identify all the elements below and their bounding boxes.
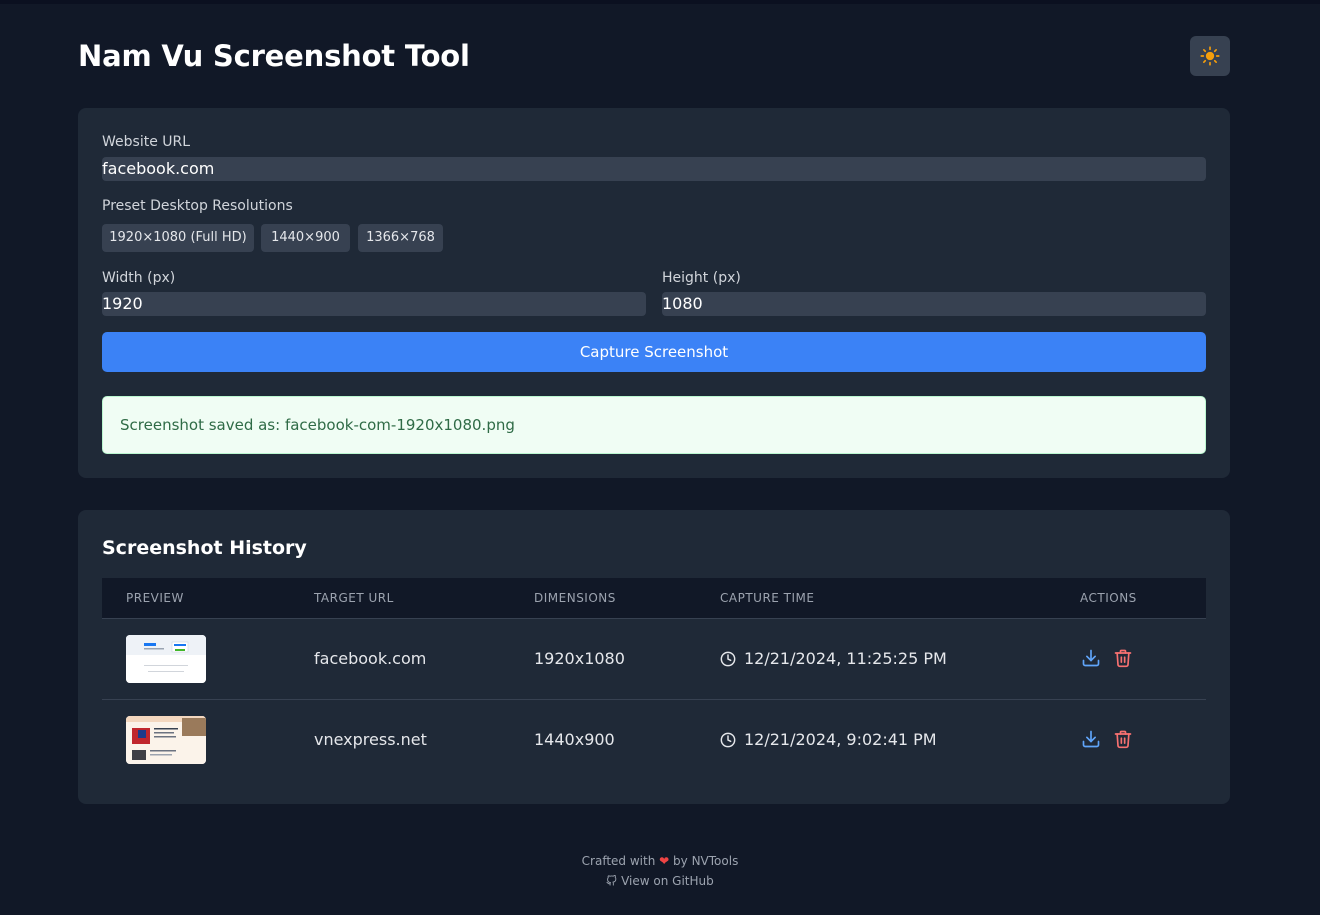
row-capture-time: 12/21/2024, 11:25:25 PM bbox=[720, 619, 947, 699]
height-label: Height (px) bbox=[662, 270, 741, 286]
history-card: Screenshot History PREVIEW TARGET URL DI… bbox=[78, 510, 1230, 804]
download-icon bbox=[1082, 649, 1100, 667]
download-button[interactable] bbox=[1080, 728, 1102, 750]
table-row: vnexpress.net 1440x900 12/21/2024, 9:02:… bbox=[102, 700, 1206, 780]
column-header-capture-time: CAPTURE TIME bbox=[720, 591, 815, 605]
row-target-url: vnexpress.net bbox=[314, 730, 427, 749]
width-label: Width (px) bbox=[102, 270, 176, 286]
table-header: PREVIEW TARGET URL DIMENSIONS CAPTURE TI… bbox=[102, 578, 1206, 619]
row-actions bbox=[1080, 647, 1134, 669]
row-target-url: facebook.com bbox=[314, 649, 427, 668]
preview-thumbnail[interactable] bbox=[126, 716, 206, 764]
url-input[interactable]: facebook.com bbox=[102, 157, 1206, 181]
success-message: Screenshot saved as: facebook-com-1920x1… bbox=[102, 396, 1206, 454]
table-row: facebook.com 1920x1080 12/21/2024, 11:25… bbox=[102, 619, 1206, 700]
preset-1366x768-button[interactable]: 1366×768 bbox=[358, 224, 443, 252]
trash-icon bbox=[1114, 649, 1132, 668]
download-icon bbox=[1082, 730, 1100, 748]
clock-icon bbox=[720, 732, 736, 748]
column-header-preview: PREVIEW bbox=[126, 591, 184, 605]
page-title: Nam Vu Screenshot Tool bbox=[78, 39, 470, 73]
page-footer: Crafted with ❤ by NVTools View on GitHub bbox=[0, 851, 1320, 891]
column-header-actions: ACTIONS bbox=[1080, 591, 1137, 605]
github-link-label: View on GitHub bbox=[621, 874, 714, 888]
capture-time-text: 12/21/2024, 11:25:25 PM bbox=[744, 649, 947, 668]
row-capture-time: 12/21/2024, 9:02:41 PM bbox=[720, 700, 937, 780]
column-header-target-url: TARGET URL bbox=[314, 591, 394, 605]
capture-screenshot-button[interactable]: Capture Screenshot bbox=[102, 332, 1206, 372]
crafted-prefix: Crafted with bbox=[581, 854, 656, 868]
sun-icon bbox=[1200, 46, 1220, 66]
github-icon bbox=[606, 874, 617, 886]
page-header: Nam Vu Screenshot Tool bbox=[78, 36, 1230, 76]
row-dimensions: 1920x1080 bbox=[534, 649, 625, 668]
url-label: Website URL bbox=[102, 134, 191, 150]
column-header-dimensions: DIMENSIONS bbox=[534, 591, 616, 605]
preset-1440x900-button[interactable]: 1440×900 bbox=[261, 224, 350, 252]
width-input[interactable]: 1920 bbox=[102, 292, 646, 316]
crafted-suffix: by NVTools bbox=[673, 854, 739, 868]
row-dimensions: 1440x900 bbox=[534, 730, 615, 749]
theme-toggle-button[interactable] bbox=[1190, 36, 1230, 76]
clock-icon bbox=[720, 651, 736, 667]
top-border bbox=[0, 0, 1320, 4]
crafted-line: Crafted with ❤ by NVTools bbox=[0, 851, 1320, 871]
github-link[interactable]: View on GitHub bbox=[606, 874, 714, 888]
preview-thumbnail[interactable] bbox=[126, 635, 206, 683]
download-button[interactable] bbox=[1080, 647, 1102, 669]
delete-button[interactable] bbox=[1112, 728, 1134, 750]
delete-button[interactable] bbox=[1112, 647, 1134, 669]
capture-time-text: 12/21/2024, 9:02:41 PM bbox=[744, 730, 937, 749]
capture-form-card: Website URL facebook.com Preset Desktop … bbox=[78, 108, 1230, 478]
preset-1920x1080-button[interactable]: 1920×1080 (Full HD) bbox=[102, 224, 254, 252]
history-title: Screenshot History bbox=[102, 537, 307, 559]
height-input[interactable]: 1080 bbox=[662, 292, 1206, 316]
history-table: PREVIEW TARGET URL DIMENSIONS CAPTURE TI… bbox=[102, 578, 1206, 780]
row-actions bbox=[1080, 728, 1134, 750]
heart-icon: ❤ bbox=[659, 854, 670, 868]
presets-label: Preset Desktop Resolutions bbox=[102, 198, 293, 214]
trash-icon bbox=[1114, 730, 1132, 749]
